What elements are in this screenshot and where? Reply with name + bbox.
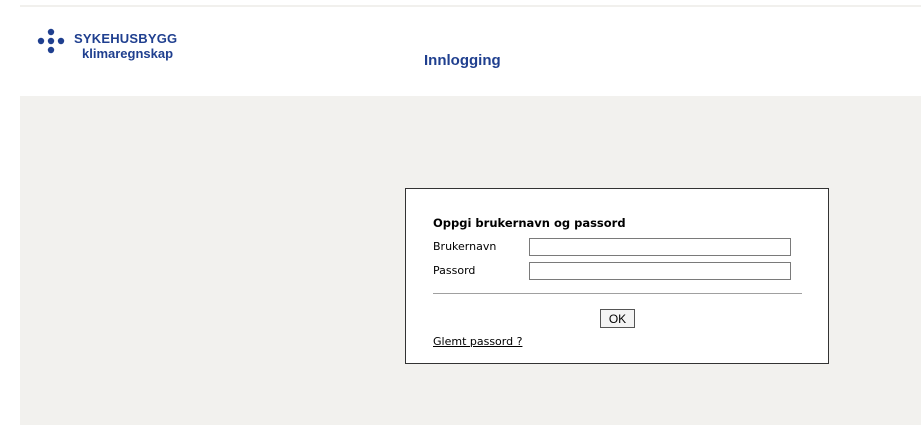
page-title: Innlogging bbox=[424, 52, 501, 69]
login-heading: Oppgi brukernavn og passord bbox=[433, 216, 626, 230]
dots-logo-icon bbox=[37, 28, 65, 54]
header: SYKEHUSBYGG klimaregnskap Innlogging bbox=[0, 0, 921, 96]
logo-line-2: klimaregnskap bbox=[82, 46, 174, 61]
top-divider bbox=[20, 5, 921, 7]
username-input[interactable] bbox=[529, 238, 791, 256]
form-divider bbox=[433, 293, 802, 294]
password-label: Passord bbox=[433, 264, 476, 277]
password-input[interactable] bbox=[529, 262, 791, 280]
login-box: Oppgi brukernavn og passord Brukernavn P… bbox=[405, 188, 829, 364]
username-label: Brukernavn bbox=[433, 240, 497, 253]
logo-line-1: SYKEHUSBYGG bbox=[74, 31, 178, 46]
logo-text: SYKEHUSBYGG klimaregnskap bbox=[74, 31, 177, 61]
logo[interactable]: SYKEHUSBYGG klimaregnskap bbox=[34, 26, 234, 66]
forgot-password-link[interactable]: Glemt passord ? bbox=[433, 335, 522, 348]
ok-button[interactable]: OK bbox=[600, 309, 635, 328]
